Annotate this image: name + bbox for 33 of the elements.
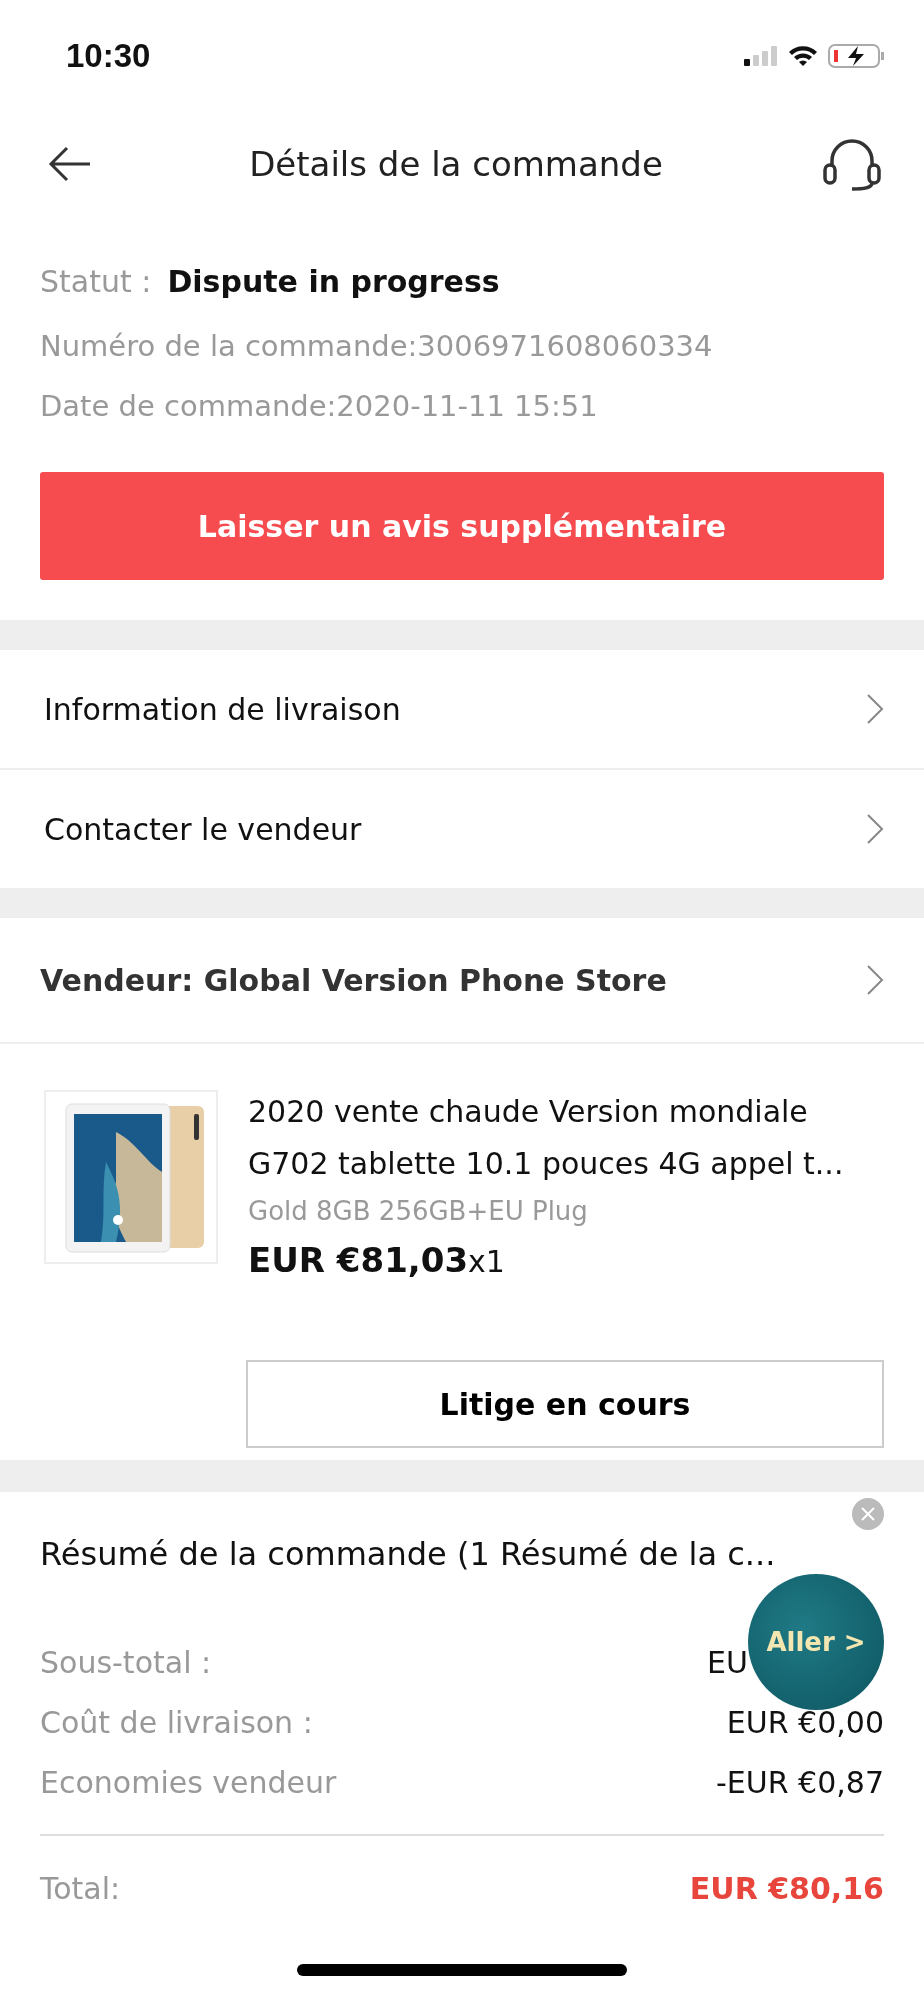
- total-label: Total:: [40, 1870, 121, 1906]
- summary-label: Economies vendeur: [40, 1764, 337, 1800]
- row-label: Contacter le vendeur: [44, 811, 362, 847]
- status-label: Statut :: [40, 263, 152, 299]
- order-status: Dispute in progress: [167, 263, 500, 299]
- menu-row[interactable]: Information de livraison: [0, 650, 924, 768]
- chevron-icon: [866, 964, 884, 996]
- summary-title: Résumé de la commande (1 Résumé de la c...: [40, 1534, 776, 1575]
- row-label: Information de livraison: [44, 691, 401, 727]
- status-time: 10:30: [66, 37, 151, 75]
- product-variant: Gold 8GB 256GB+EU Plug: [248, 1196, 589, 1226]
- summary-value: -EUR €0,87: [716, 1764, 884, 1800]
- product-price: EUR €81,03: [248, 1240, 469, 1280]
- summary-label: Coût de livraison :: [40, 1704, 313, 1740]
- summary-label: Sous-total :: [40, 1644, 212, 1680]
- battery-icon: [828, 44, 886, 68]
- seller-name: Vendeur: Global Version Phone Store: [40, 962, 667, 998]
- total-value: EUR €80,16: [689, 1870, 884, 1906]
- go-button[interactable]: Aller >: [748, 1574, 884, 1710]
- signal-icon: [744, 46, 778, 66]
- wifi-icon: [788, 45, 818, 67]
- summary-value: EU: [707, 1644, 749, 1680]
- seller-row[interactable]: Vendeur: Global Version Phone Store: [0, 918, 924, 1044]
- chevron-icon: [866, 813, 884, 845]
- product-title[interactable]: 2020 vente chaude Version mondiale G702 tablette 10.1 pouces 4G appel t...: [248, 1086, 884, 1190]
- back-arrow-icon[interactable]: [48, 146, 92, 182]
- headset-icon[interactable]: [820, 137, 884, 191]
- chevron-icon: [866, 693, 884, 725]
- page-title: Détails de la commande: [248, 144, 664, 184]
- product-quantity: x1: [468, 1244, 505, 1279]
- dispute-button[interactable]: Litige en cours: [246, 1360, 884, 1448]
- order-date: Date de commande:2020-11-11 15:51: [40, 388, 599, 425]
- order-number: Numéro de la commande:3006971608060334: [40, 328, 714, 365]
